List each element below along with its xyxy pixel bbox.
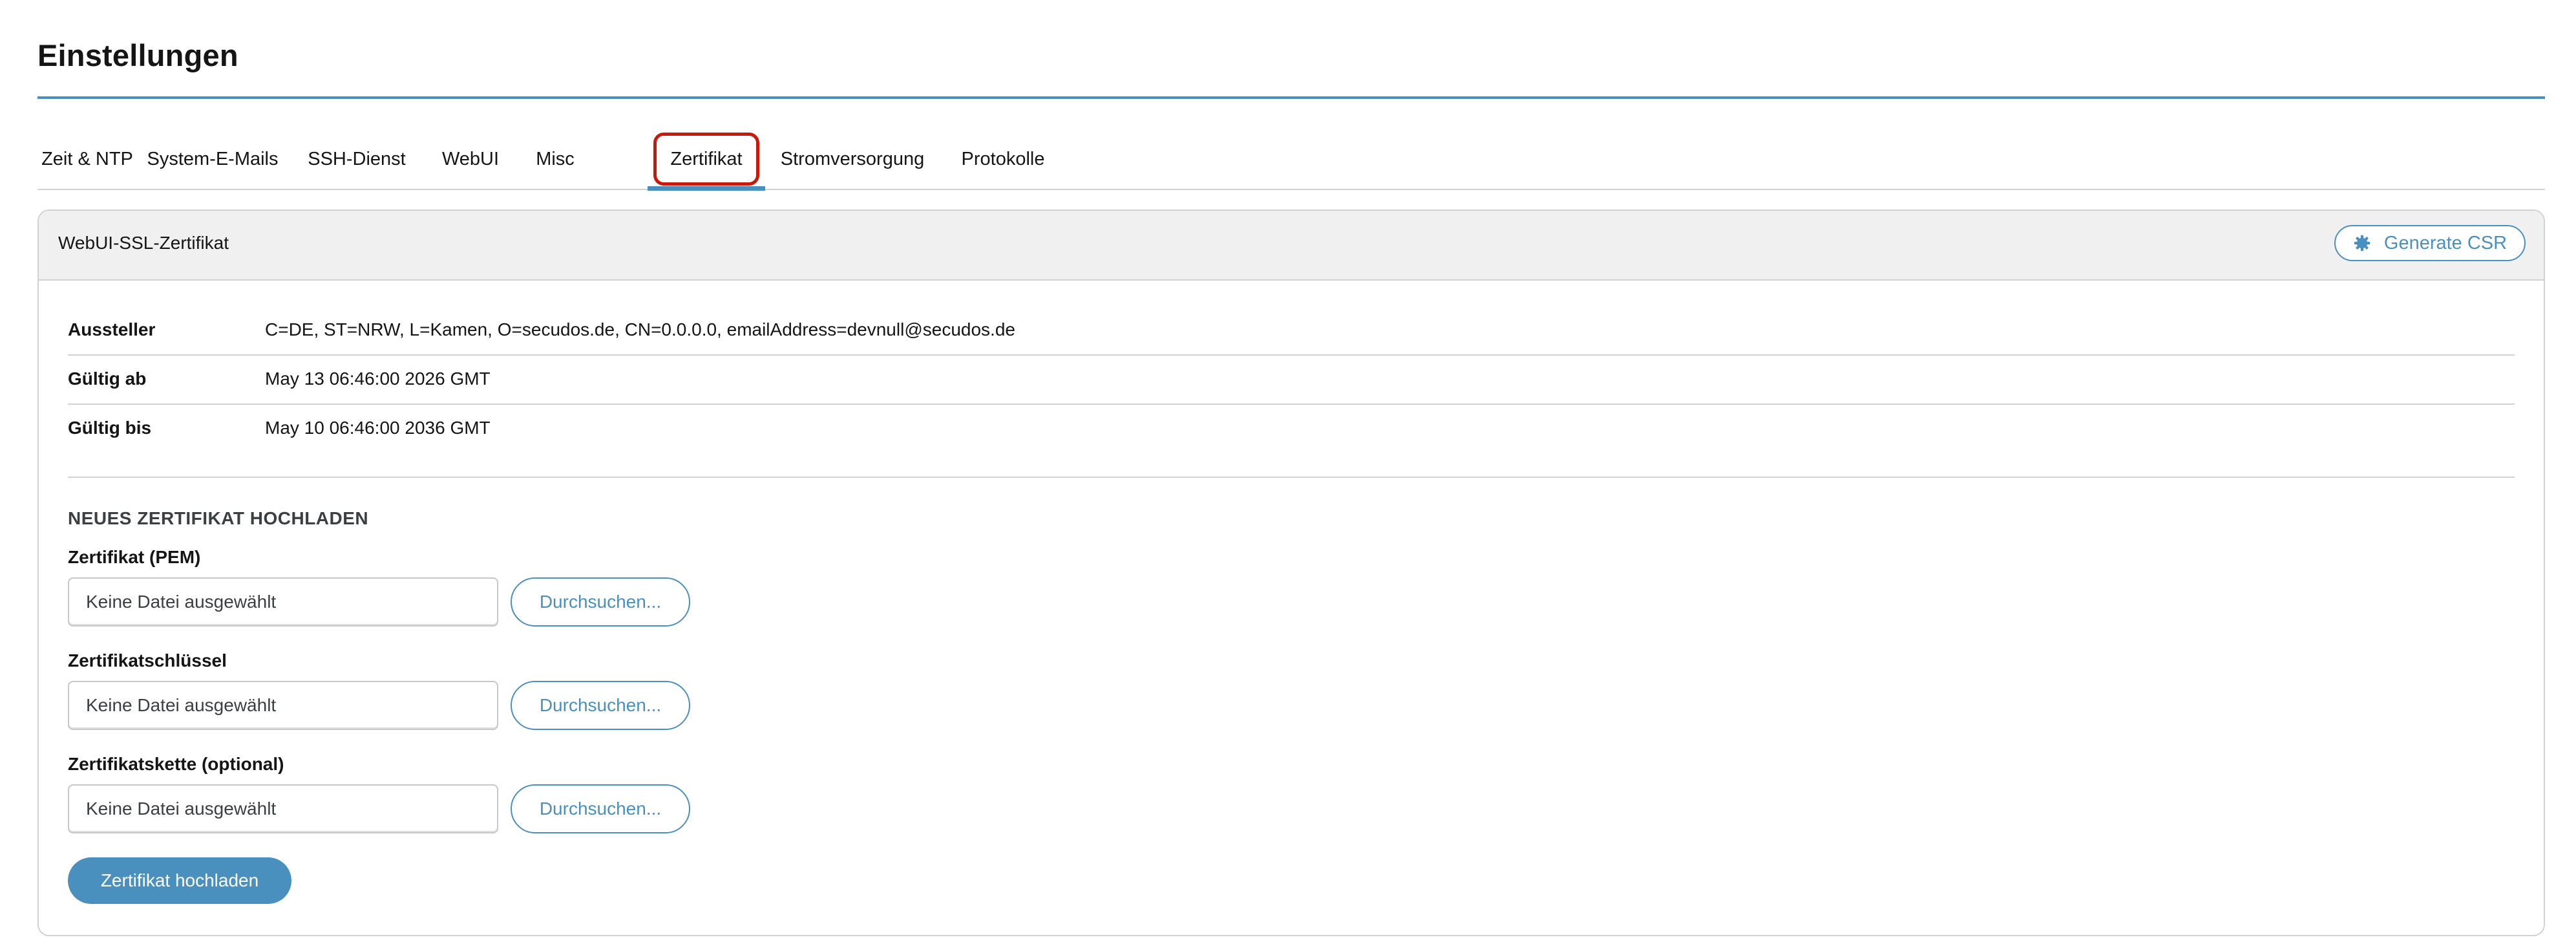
certificate-key-file-input[interactable]: Keine Datei ausgewählt: [68, 681, 498, 730]
tab-stromversorgung[interactable]: Stromversorgung: [765, 129, 940, 189]
upload-section-heading: NEUES ZERTIFIKAT HOCHLADEN: [68, 508, 369, 528]
generate-csr-label: Generate CSR: [2383, 232, 2507, 253]
valid-from-label: Gültig ab: [68, 369, 147, 389]
tab-label: System-E-Mails: [147, 148, 279, 169]
tab-protokolle[interactable]: Protokolle: [940, 129, 1066, 189]
tab-label: SSH-Dienst: [308, 148, 406, 169]
certificate-pem-label: Zertifikat (PEM): [68, 547, 201, 567]
certificate-pem-file-input[interactable]: Keine Datei ausgewählt: [68, 577, 498, 627]
certificate-card: WebUI-SSL-Zertifikat Generate CSR Ausste…: [37, 209, 2545, 936]
issuer-row: Aussteller C=DE, ST=NRW, L=Kamen, O=secu…: [68, 305, 2515, 356]
tab-webui[interactable]: WebUI: [425, 129, 516, 189]
tab-label: Stromversorgung: [780, 148, 925, 169]
tab-label: Zeit & NTP: [41, 148, 133, 169]
certificate-key-label: Zertifikatschlüssel: [68, 650, 227, 670]
certificate-chain-browse-button[interactable]: Durchsuchen...: [511, 784, 690, 833]
gear-icon: [2354, 235, 2370, 252]
valid-to-label: Gültig bis: [68, 418, 152, 438]
issuer-label: Aussteller: [68, 319, 156, 339]
tab-zertifikat[interactable]: Zertifikat: [648, 129, 765, 191]
tab-ssh-dienst[interactable]: SSH-Dienst: [288, 129, 425, 189]
tab-label: Protokolle: [961, 148, 1045, 169]
title-divider: [37, 96, 2545, 99]
settings-tabs: Zeit & NTP System-E-Mails SSH-Dienst Web…: [37, 129, 2545, 191]
certificate-chain-file-input[interactable]: Keine Datei ausgewählt: [68, 784, 498, 833]
tab-label: Zertifikat: [670, 148, 743, 169]
upload-certificate-button[interactable]: Zertifikat hochladen: [68, 857, 291, 904]
tab-zeit-ntp[interactable]: Zeit & NTP: [37, 129, 137, 189]
section-divider: [68, 477, 2515, 478]
tab-misc[interactable]: Misc: [516, 129, 595, 189]
valid-from-row: Gültig ab May 13 06:46:00 2026 GMT: [68, 354, 2515, 405]
issuer-value: C=DE, ST=NRW, L=Kamen, O=secudos.de, CN=…: [265, 319, 1015, 339]
valid-to-value: May 10 06:46:00 2036 GMT: [265, 418, 491, 438]
certificate-chain-label: Zertifikatskette (optional): [68, 754, 284, 774]
certificate-pem-browse-button[interactable]: Durchsuchen...: [511, 577, 690, 627]
tab-system-emails[interactable]: System-E-Mails: [137, 129, 288, 189]
valid-from-value: May 13 06:46:00 2026 GMT: [265, 369, 491, 389]
valid-to-row: Gültig bis May 10 06:46:00 2036 GMT: [68, 403, 2515, 453]
page-title: Einstellungen: [37, 38, 238, 72]
generate-csr-button[interactable]: Generate CSR: [2334, 225, 2526, 261]
card-title: WebUI-SSL-Zertifikat: [58, 233, 229, 253]
card-header: WebUI-SSL-Zertifikat Generate CSR: [39, 211, 2544, 281]
certificate-key-browse-button[interactable]: Durchsuchen...: [511, 681, 690, 730]
tab-label: WebUI: [441, 148, 500, 169]
tab-label: Misc: [536, 148, 575, 169]
